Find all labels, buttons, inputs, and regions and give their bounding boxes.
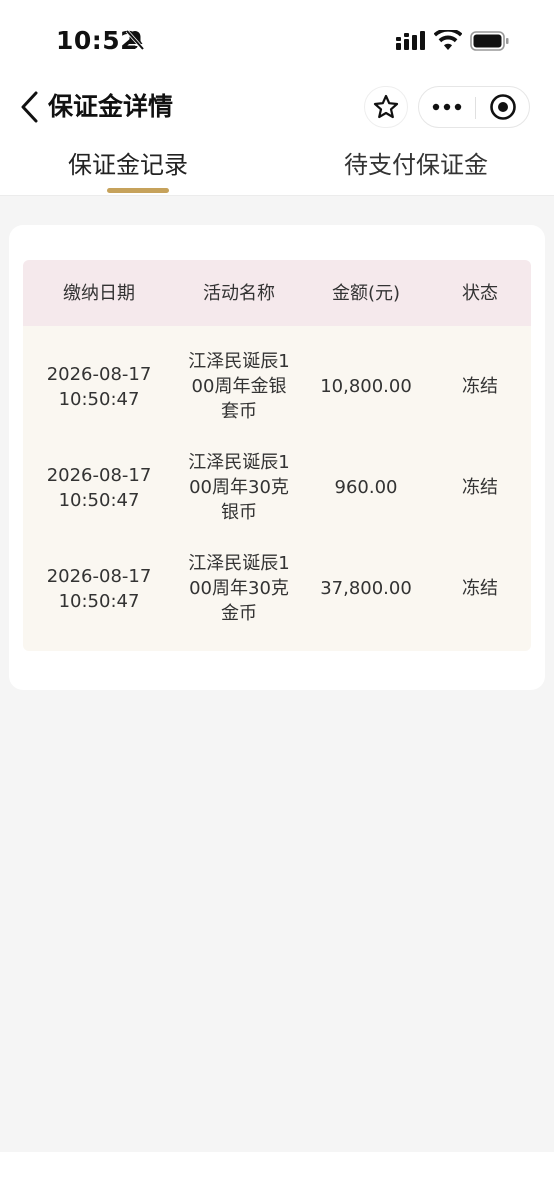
- target-circle-icon: [490, 94, 516, 120]
- star-icon: [373, 94, 399, 119]
- row-amount: 37,800.00: [320, 578, 412, 599]
- row-activity-name: 江泽民诞辰100周年30克金币: [188, 553, 290, 624]
- row-date-cell: 2026-08-17 10:50:47: [23, 362, 175, 412]
- table-row[interactable]: 2026-08-17 10:50:47 江泽民诞辰100周年30克银币 960.…: [23, 437, 531, 538]
- row-activity-name: 江泽民诞辰100周年金银套币: [188, 351, 290, 422]
- wifi-icon: [434, 30, 462, 50]
- close-button[interactable]: [476, 87, 530, 127]
- row-status: 冻结: [462, 477, 498, 498]
- mini-program-capsule: [418, 86, 530, 128]
- header-activity: 活动名称: [203, 282, 275, 304]
- table-body: 2026-08-17 10:50:47 江泽民诞辰100周年金银套币 10,80…: [23, 326, 531, 651]
- status-bar: 10:52: [0, 0, 554, 80]
- tab-pending-deposit[interactable]: 待支付保证金: [344, 146, 488, 184]
- row-date-cell: 2026-08-17 10:50:47: [23, 564, 175, 614]
- tab-deposit-records[interactable]: 保证金记录: [68, 146, 188, 184]
- table-row[interactable]: 2026-08-17 10:50:47 江泽民诞辰100周年30克金币 37,8…: [23, 538, 531, 639]
- records-card: 缴纳日期 活动名称 金额(元) 状态 2026-08-17 10:50:47 江…: [9, 225, 545, 690]
- bottom-safe-area: [0, 1152, 554, 1200]
- row-time: 10:50:47: [58, 489, 140, 511]
- row-amount: 10,800.00: [320, 376, 412, 397]
- active-tab-indicator: [107, 188, 169, 193]
- more-dots-icon: [432, 103, 462, 111]
- favorite-button[interactable]: [364, 86, 408, 128]
- row-amount: 960.00: [334, 477, 398, 498]
- bell-off-icon: [125, 29, 145, 51]
- header-status: 状态: [462, 282, 498, 304]
- more-button[interactable]: [419, 87, 475, 127]
- row-date: 2026-08-17: [46, 565, 152, 587]
- row-date-cell: 2026-08-17 10:50:47: [23, 463, 175, 513]
- chevron-left-icon[interactable]: [18, 90, 44, 124]
- page-title: 保证金详情: [48, 92, 174, 121]
- row-status: 冻结: [462, 578, 498, 599]
- table-row[interactable]: 2026-08-17 10:50:47 江泽民诞辰100周年金银套币 10,80…: [23, 336, 531, 437]
- battery-icon: [470, 31, 509, 51]
- top-area: 10:52 保证金详情 保证金记录 待支付保证金: [0, 0, 554, 196]
- table-header: 缴纳日期 活动名称 金额(元) 状态: [23, 260, 531, 326]
- signal-icon: [396, 31, 425, 50]
- row-date: 2026-08-17: [46, 363, 152, 385]
- row-date: 2026-08-17: [46, 464, 152, 486]
- header-amount: 金额(元): [331, 282, 401, 304]
- deposit-table: 缴纳日期 活动名称 金额(元) 状态 2026-08-17 10:50:47 江…: [23, 260, 531, 651]
- row-activity-name: 江泽民诞辰100周年30克银币: [188, 452, 290, 523]
- header-date: 缴纳日期: [63, 282, 135, 304]
- row-status: 冻结: [462, 376, 498, 397]
- row-time: 10:50:47: [58, 388, 140, 410]
- row-time: 10:50:47: [58, 590, 140, 612]
